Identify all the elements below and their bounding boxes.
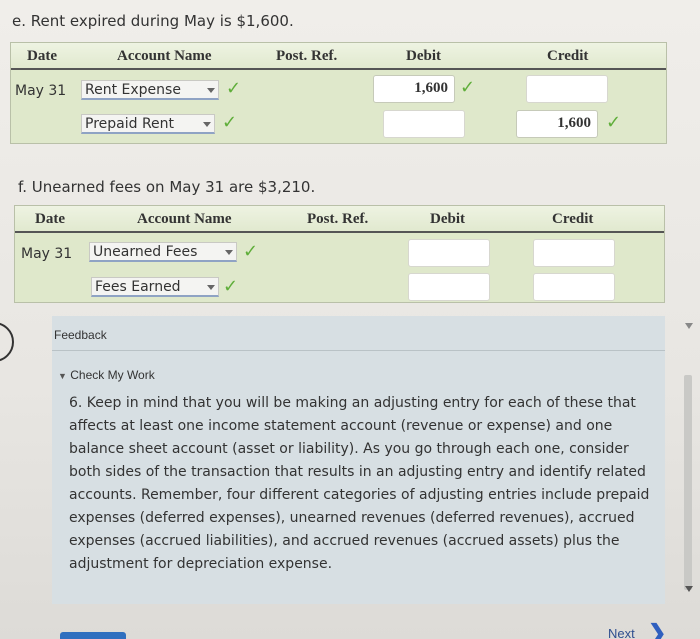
col-postref-header: Post. Ref. bbox=[307, 211, 369, 227]
credit-input-unearned-fees[interactable] bbox=[533, 239, 615, 267]
next-label[interactable]: Next bbox=[608, 626, 635, 639]
col-postref-header: Post. Ref. bbox=[276, 48, 338, 64]
scroll-down-icon[interactable] bbox=[685, 586, 693, 592]
debit-input-prepaid-rent[interactable] bbox=[383, 110, 465, 138]
section-f-prompt: f. Unearned fees on May 31 are $3,210. bbox=[18, 178, 316, 196]
journal-table-e: Date Account Name Post. Ref. Debit Credi… bbox=[10, 42, 667, 144]
account-select-value: Rent Expense bbox=[85, 82, 181, 98]
account-select-fees-earned[interactable]: Fees Earned bbox=[91, 277, 219, 297]
account-select-prepaid-rent[interactable]: Prepaid Rent bbox=[81, 114, 215, 134]
feedback-panel: Feedback ▼ Check My Work 6. Keep in mind… bbox=[52, 316, 665, 604]
journal-header-f: Date Account Name Post. Ref. Debit Credi… bbox=[15, 206, 664, 233]
entry-date: May 31 bbox=[15, 83, 67, 99]
account-select-rent-expense[interactable]: Rent Expense bbox=[81, 80, 219, 100]
account-select-value: Fees Earned bbox=[95, 279, 181, 295]
col-debit-header: Debit bbox=[406, 48, 441, 64]
page: e. Rent expired during May is $1,600. Da… bbox=[0, 0, 700, 639]
chevron-right-icon[interactable]: ❯ bbox=[648, 620, 666, 639]
debit-input-unearned-fees[interactable] bbox=[408, 239, 490, 267]
col-credit-header: Credit bbox=[547, 48, 589, 64]
check-icon: ✓ bbox=[460, 77, 476, 98]
chevron-down-icon bbox=[207, 88, 215, 93]
scroll-up-icon[interactable] bbox=[685, 323, 693, 329]
debit-input-fees-earned[interactable] bbox=[408, 273, 490, 301]
debit-input-rent-expense[interactable]: 1,600 bbox=[373, 75, 455, 103]
journal-table-f: Date Account Name Post. Ref. Debit Credi… bbox=[14, 205, 665, 303]
check-my-work-label: Check My Work bbox=[70, 368, 155, 382]
side-decoration bbox=[0, 322, 14, 362]
chevron-down-icon bbox=[203, 122, 211, 127]
entry-date: May 31 bbox=[21, 246, 73, 262]
account-select-value: Unearned Fees bbox=[93, 244, 198, 260]
col-credit-header: Credit bbox=[552, 211, 594, 227]
credit-input-prepaid-rent[interactable]: 1,600 bbox=[516, 110, 598, 138]
account-select-unearned-fees[interactable]: Unearned Fees bbox=[89, 242, 237, 262]
check-icon: ✓ bbox=[606, 112, 622, 133]
col-account-header: Account Name bbox=[137, 211, 232, 227]
scrollbar[interactable] bbox=[684, 375, 692, 590]
section-e-prompt: e. Rent expired during May is $1,600. bbox=[12, 12, 294, 30]
account-select-value: Prepaid Rent bbox=[85, 116, 175, 132]
feedback-text: 6. Keep in mind that you will be making … bbox=[69, 395, 650, 572]
credit-input-fees-earned[interactable] bbox=[533, 273, 615, 301]
caret-down-icon: ▼ bbox=[58, 371, 67, 381]
check-icon: ✓ bbox=[226, 78, 242, 99]
chevron-down-icon bbox=[207, 285, 215, 290]
previous-button[interactable] bbox=[60, 632, 126, 639]
check-icon: ✓ bbox=[223, 276, 239, 297]
check-my-work-toggle[interactable]: ▼ Check My Work bbox=[58, 368, 155, 382]
col-date-header: Date bbox=[35, 211, 65, 227]
check-icon: ✓ bbox=[222, 112, 238, 133]
col-debit-header: Debit bbox=[430, 211, 465, 227]
journal-header-e: Date Account Name Post. Ref. Debit Credi… bbox=[11, 43, 666, 70]
chevron-down-icon bbox=[225, 250, 233, 255]
col-account-header: Account Name bbox=[117, 48, 212, 64]
col-date-header: Date bbox=[27, 48, 57, 64]
feedback-title: Feedback bbox=[54, 328, 107, 342]
credit-input-rent-expense[interactable] bbox=[526, 75, 608, 103]
check-icon: ✓ bbox=[243, 241, 259, 262]
divider bbox=[52, 350, 665, 351]
